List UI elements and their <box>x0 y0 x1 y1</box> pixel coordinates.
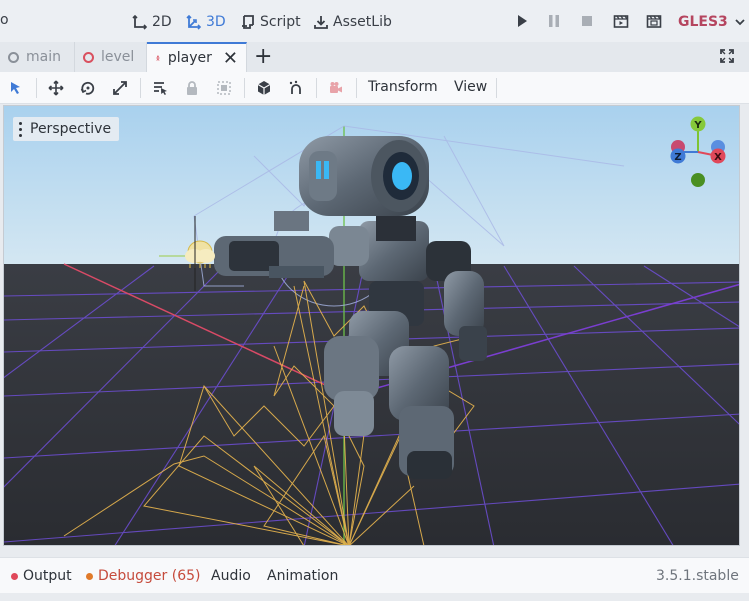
rotate-mode-icon[interactable] <box>80 80 96 96</box>
tab-main[interactable]: main <box>0 42 75 72</box>
3d-icon <box>186 14 202 30</box>
kebab-icon <box>19 121 22 137</box>
status-dot-icon <box>11 572 18 580</box>
perspective-label: Perspective <box>30 121 112 137</box>
mode-script-button[interactable]: Script <box>240 11 301 33</box>
mode-3d-button[interactable]: 3D <box>186 11 226 33</box>
node-3d-icon <box>8 51 19 63</box>
renderer-selector[interactable]: GLES3 <box>678 11 746 33</box>
mode-script-label: Script <box>260 14 301 30</box>
play-custom-scene-icon[interactable] <box>646 13 662 29</box>
list-select-icon[interactable] <box>152 80 168 96</box>
bottom-panel-tabs: Output Debugger (65) Audio Animation 3.5… <box>0 557 749 593</box>
assetlib-icon <box>314 16 328 29</box>
local-space-icon[interactable] <box>256 80 272 96</box>
play-scene-icon[interactable] <box>613 13 629 29</box>
script-icon <box>242 15 254 29</box>
transform-menu[interactable]: Transform <box>368 79 438 95</box>
toolbar-divider <box>496 78 497 98</box>
play-icon[interactable] <box>514 13 530 29</box>
node-3d-icon <box>83 51 94 63</box>
camera-preview-icon[interactable] <box>328 80 344 96</box>
tab-player-label: player <box>167 50 212 66</box>
group-icon[interactable] <box>216 80 232 96</box>
viewport-toolbar: Transform View <box>0 72 749 104</box>
scene-tabs: main level player ✕ <box>0 42 749 72</box>
orientation-gizmo[interactable]: Y Z X <box>668 110 728 188</box>
tab-main-label: main <box>26 49 61 65</box>
output-label: Output <box>23 568 72 584</box>
select-mode-icon[interactable] <box>8 80 24 96</box>
toolbar-divider <box>140 78 141 98</box>
distraction-free-icon[interactable] <box>719 48 735 64</box>
truncated-menu-label[interactable]: o <box>0 12 9 28</box>
stop-icon[interactable] <box>579 13 595 29</box>
3d-viewport[interactable]: Perspective Y Z X <box>3 105 740 546</box>
toolbar-divider <box>316 78 317 98</box>
2d-icon <box>132 14 148 30</box>
version-label: 3.5.1.stable <box>656 568 739 584</box>
mode-2d-button[interactable]: 2D <box>132 11 172 33</box>
renderer-label: GLES3 <box>678 14 728 30</box>
toolbar-divider <box>356 78 357 98</box>
gizmo-y-label: Y <box>693 120 702 131</box>
mode-assetlib-label: AssetLib <box>333 14 392 30</box>
animation-label: Animation <box>267 568 339 584</box>
top-bar: o 2D 3D Script AssetLib GLES3 <box>0 0 749 42</box>
audio-tab[interactable]: Audio <box>211 568 251 584</box>
view-menu[interactable]: View <box>454 79 487 95</box>
tab-level[interactable]: level <box>75 42 147 72</box>
mode-2d-label: 2D <box>152 14 172 30</box>
toolbar-divider <box>36 78 37 98</box>
animation-tab[interactable]: Animation <box>267 568 338 584</box>
status-dot-icon <box>86 572 93 580</box>
audio-label: Audio <box>211 568 251 584</box>
add-tab-button[interactable]: + <box>254 44 272 69</box>
tab-level-label: level <box>101 49 135 65</box>
toolbar-divider <box>244 78 245 98</box>
lock-icon[interactable] <box>184 80 200 96</box>
move-mode-icon[interactable] <box>48 80 64 96</box>
debugger-label: Debugger (65) <box>98 568 201 584</box>
mode-3d-label: 3D <box>206 14 226 30</box>
gizmo-x-label: X <box>714 152 722 163</box>
tab-player[interactable]: player ✕ <box>147 42 247 72</box>
chevron-down-icon <box>735 19 745 26</box>
skeleton-icon <box>156 55 160 61</box>
perspective-menu[interactable]: Perspective <box>13 117 120 141</box>
close-tab-icon[interactable]: ✕ <box>223 48 238 69</box>
scale-mode-icon[interactable] <box>112 80 128 96</box>
debugger-tab[interactable]: Debugger (65) <box>86 568 200 584</box>
scene-render <box>4 106 739 545</box>
pause-icon[interactable] <box>546 13 562 29</box>
snap-icon[interactable] <box>288 80 304 96</box>
gizmo-z-label: Z <box>674 152 681 163</box>
mode-assetlib-button[interactable]: AssetLib <box>313 11 392 33</box>
output-tab[interactable]: Output <box>11 568 72 584</box>
